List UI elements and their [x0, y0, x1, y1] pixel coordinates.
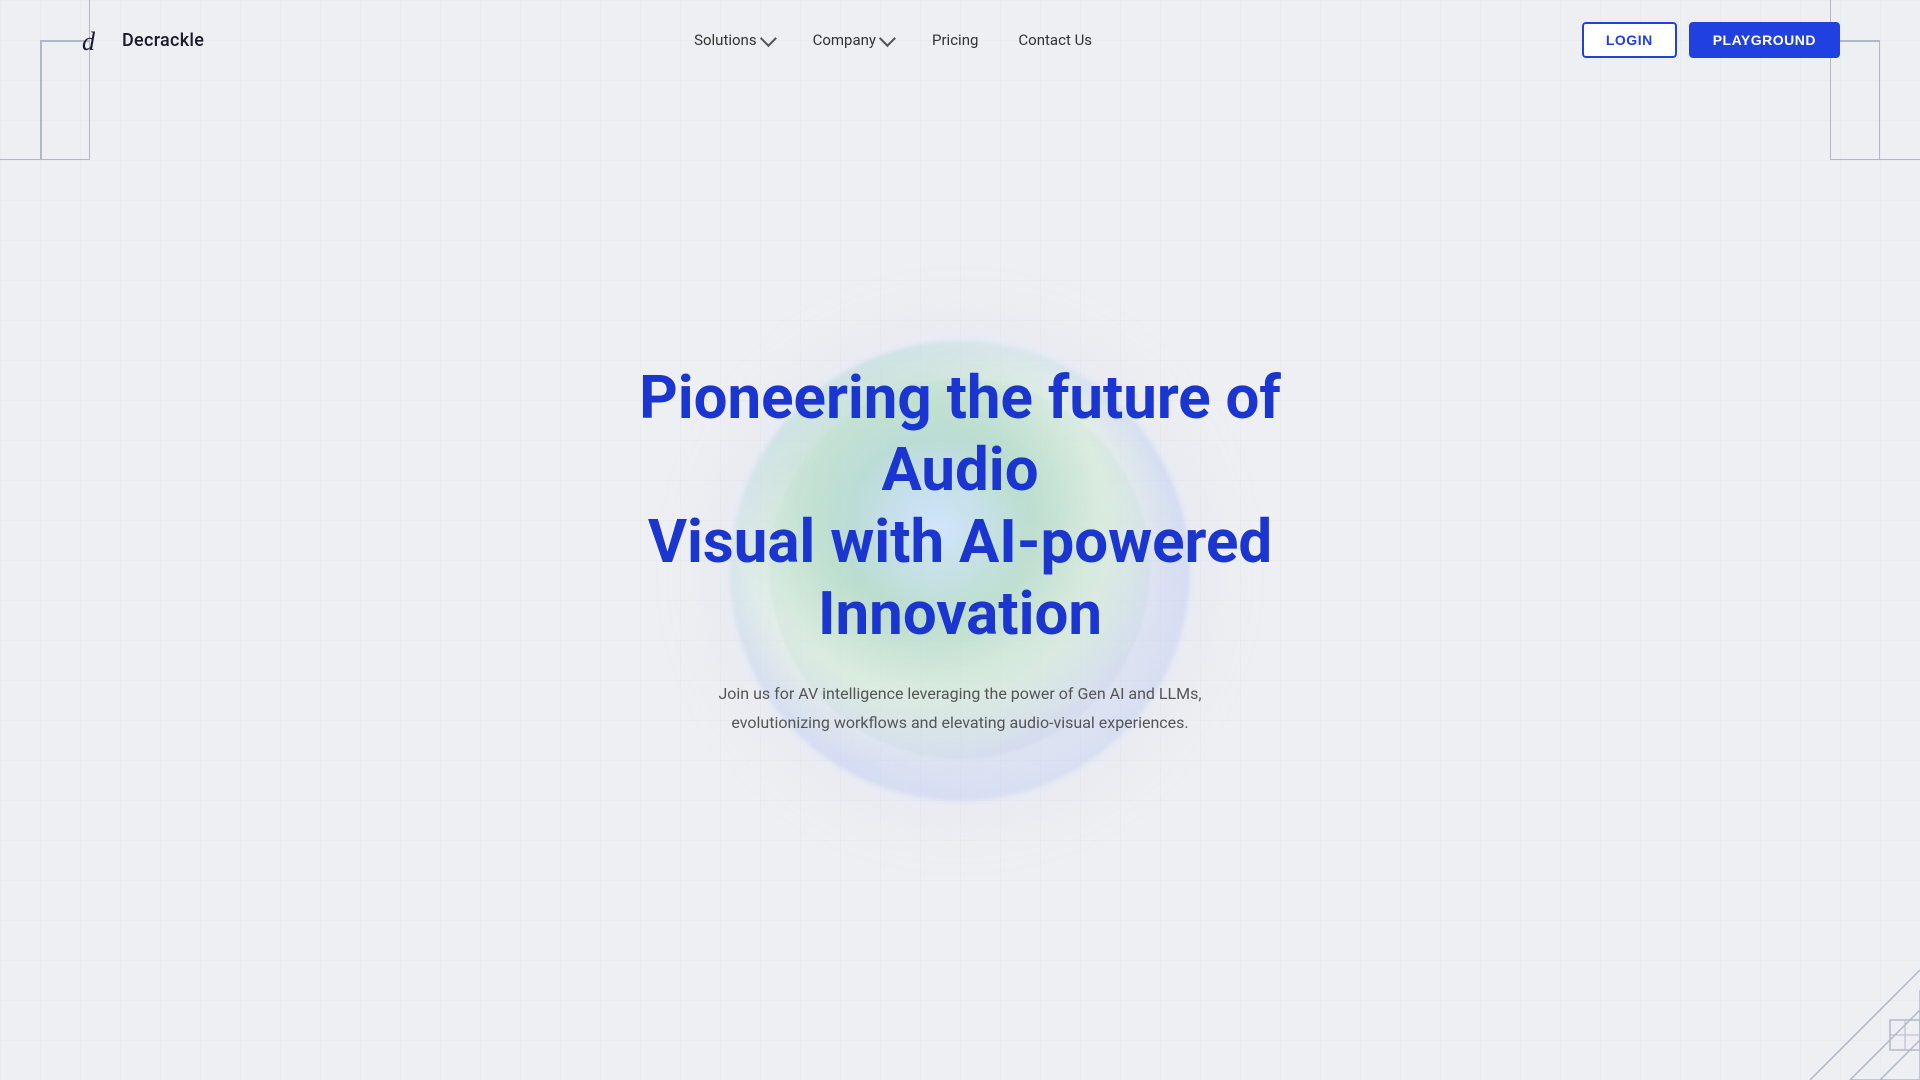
playground-button[interactable]: PLAYGROUND: [1689, 22, 1840, 58]
nav-contact[interactable]: Contact Us: [1018, 31, 1092, 49]
brand: d Decrackle: [80, 24, 204, 56]
hero-section: Pioneering the future of Audio Visual wi…: [0, 80, 1920, 1080]
nav-actions: LOGIN PLAYGROUND: [1582, 22, 1840, 58]
login-button[interactable]: LOGIN: [1582, 22, 1677, 58]
brand-name: Decrackle: [122, 30, 204, 51]
logo-icon: d: [80, 24, 112, 56]
hero-content: Pioneering the future of Audio Visual wi…: [560, 362, 1360, 738]
solutions-chevron-icon: [760, 30, 777, 47]
nav-links: Solutions Company Pricing Contact Us: [694, 31, 1092, 49]
nav-pricing[interactable]: Pricing: [932, 31, 978, 49]
hero-title: Pioneering the future of Audio Visual wi…: [560, 362, 1360, 650]
navbar: d Decrackle Solutions Company Pricing Co…: [0, 0, 1920, 80]
hero-subtitle: Join us for AV intelligence leveraging t…: [710, 680, 1210, 738]
nav-solutions[interactable]: Solutions: [694, 31, 773, 49]
nav-company[interactable]: Company: [813, 31, 892, 49]
company-chevron-icon: [879, 30, 896, 47]
svg-text:d: d: [82, 27, 96, 56]
